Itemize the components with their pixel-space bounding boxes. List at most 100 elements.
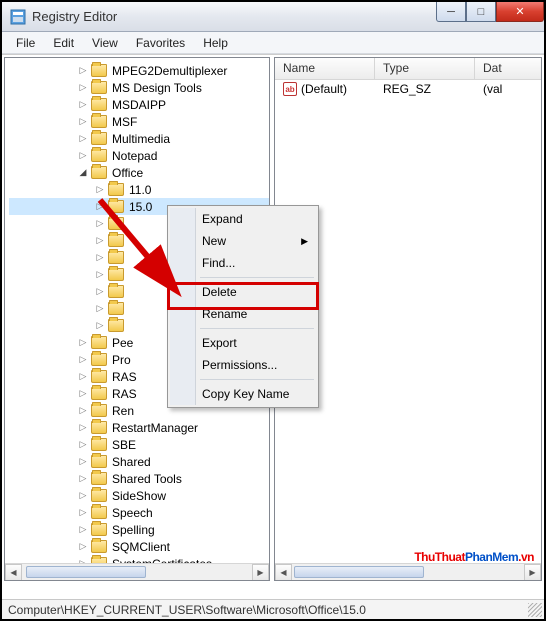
expand-icon[interactable] (94, 218, 106, 230)
tree-item-label: 15.0 (126, 200, 155, 214)
expand-icon[interactable] (77, 150, 89, 162)
minimize-button[interactable]: ─ (436, 2, 466, 22)
folder-icon (108, 285, 124, 298)
folder-icon (91, 387, 107, 400)
ctx-expand[interactable]: Expand (170, 208, 316, 230)
menu-favorites[interactable]: Favorites (128, 34, 193, 52)
folder-icon (91, 421, 107, 434)
folder-icon (91, 404, 107, 417)
expand-icon[interactable] (77, 490, 89, 502)
ctx-find[interactable]: Find... (170, 252, 316, 274)
expand-icon[interactable] (77, 405, 89, 417)
col-header-name[interactable]: Name (275, 58, 375, 79)
folder-icon (91, 438, 107, 451)
expand-icon[interactable] (77, 65, 89, 77)
scroll-right-button[interactable]: ▶ (252, 564, 269, 581)
tree-row[interactable]: MSF (9, 113, 269, 130)
menu-edit[interactable]: Edit (45, 34, 82, 52)
tree-item-label: Multimedia (109, 132, 173, 146)
expand-icon[interactable] (77, 541, 89, 553)
tree-row[interactable]: Shared (9, 453, 269, 470)
tree-row[interactable]: Shared Tools (9, 470, 269, 487)
folder-icon (91, 132, 107, 145)
expand-icon[interactable] (94, 235, 106, 247)
expand-icon[interactable] (94, 201, 106, 213)
tree-row[interactable]: MSDAIPP (9, 96, 269, 113)
expand-icon[interactable] (77, 116, 89, 128)
value-type: REG_SZ (375, 82, 475, 96)
expand-icon[interactable] (94, 303, 106, 315)
expand-icon[interactable] (77, 82, 89, 94)
expand-icon[interactable] (77, 167, 89, 179)
tree-item-label: Notepad (109, 149, 160, 163)
col-header-data[interactable]: Dat (475, 58, 541, 79)
tree-item-label: RAS (109, 370, 140, 384)
expand-icon[interactable] (77, 507, 89, 519)
tree-item-label: Spelling (109, 523, 158, 537)
scroll-thumb[interactable] (26, 566, 146, 578)
tree-item-label: SideShow (109, 489, 169, 503)
value-row[interactable]: ab (Default) REG_SZ (val (275, 80, 541, 98)
folder-icon (91, 149, 107, 162)
maximize-button[interactable]: □ (466, 2, 496, 22)
tree-row[interactable]: Spelling (9, 521, 269, 538)
menubar: File Edit View Favorites Help (2, 32, 544, 54)
tree-row[interactable]: Multimedia (9, 130, 269, 147)
expand-icon[interactable] (77, 99, 89, 111)
expand-icon[interactable] (77, 354, 89, 366)
tree-item-label: Pro (109, 353, 134, 367)
expand-icon[interactable] (94, 184, 106, 196)
expand-icon[interactable] (94, 252, 106, 264)
annotation-highlight (167, 282, 319, 310)
expand-icon[interactable] (77, 133, 89, 145)
ctx-separator (200, 328, 314, 329)
folder-icon (91, 370, 107, 383)
expand-icon[interactable] (77, 388, 89, 400)
watermark: ThuThuatPhanMem.vn (414, 545, 534, 567)
menu-help[interactable]: Help (195, 34, 236, 52)
expand-icon[interactable] (77, 422, 89, 434)
menu-view[interactable]: View (84, 34, 126, 52)
tree-row[interactable]: RestartManager (9, 419, 269, 436)
folder-icon (108, 217, 124, 230)
close-button[interactable]: ✕ (496, 2, 544, 22)
expand-icon[interactable] (77, 439, 89, 451)
tree-item-label: Speech (109, 506, 156, 520)
tree-row[interactable]: MS Design Tools (9, 79, 269, 96)
menu-file[interactable]: File (8, 34, 43, 52)
expand-icon[interactable] (77, 473, 89, 485)
tree-row[interactable]: Office (9, 164, 269, 181)
scroll-thumb[interactable] (294, 566, 424, 578)
tree-row[interactable]: MPEG2Demultiplexer (9, 62, 269, 79)
tree-row[interactable]: SBE (9, 436, 269, 453)
ctx-separator (200, 379, 314, 380)
scroll-left-button[interactable]: ◀ (275, 564, 292, 581)
tree-row[interactable]: SQMClient (9, 538, 269, 555)
expand-icon[interactable] (77, 456, 89, 468)
ctx-permissions[interactable]: Permissions... (170, 354, 316, 376)
tree-row[interactable]: SideShow (9, 487, 269, 504)
expand-icon[interactable] (77, 524, 89, 536)
expand-icon[interactable] (94, 320, 106, 332)
tree-item-label: SBE (109, 438, 139, 452)
ctx-copy-key-name[interactable]: Copy Key Name (170, 383, 316, 405)
ctx-export[interactable]: Export (170, 332, 316, 354)
tree-item-label: SQMClient (109, 540, 173, 554)
resize-grip[interactable] (528, 603, 542, 617)
tree-item-label: 11.0 (126, 183, 154, 197)
window-title: Registry Editor (32, 9, 117, 24)
folder-icon (108, 200, 124, 213)
scroll-left-button[interactable]: ◀ (5, 564, 22, 581)
app-icon (10, 9, 26, 25)
tree-row[interactable]: Speech (9, 504, 269, 521)
expand-icon[interactable] (94, 269, 106, 281)
folder-icon (91, 115, 107, 128)
expand-icon[interactable] (77, 371, 89, 383)
tree-row[interactable]: Notepad (9, 147, 269, 164)
expand-icon[interactable] (77, 337, 89, 349)
expand-icon[interactable] (94, 286, 106, 298)
tree-row[interactable]: 11.0 (9, 181, 269, 198)
col-header-type[interactable]: Type (375, 58, 475, 79)
ctx-new[interactable]: New▶ (170, 230, 316, 252)
tree-scrollbar-h[interactable]: ◀ ▶ (5, 563, 269, 580)
